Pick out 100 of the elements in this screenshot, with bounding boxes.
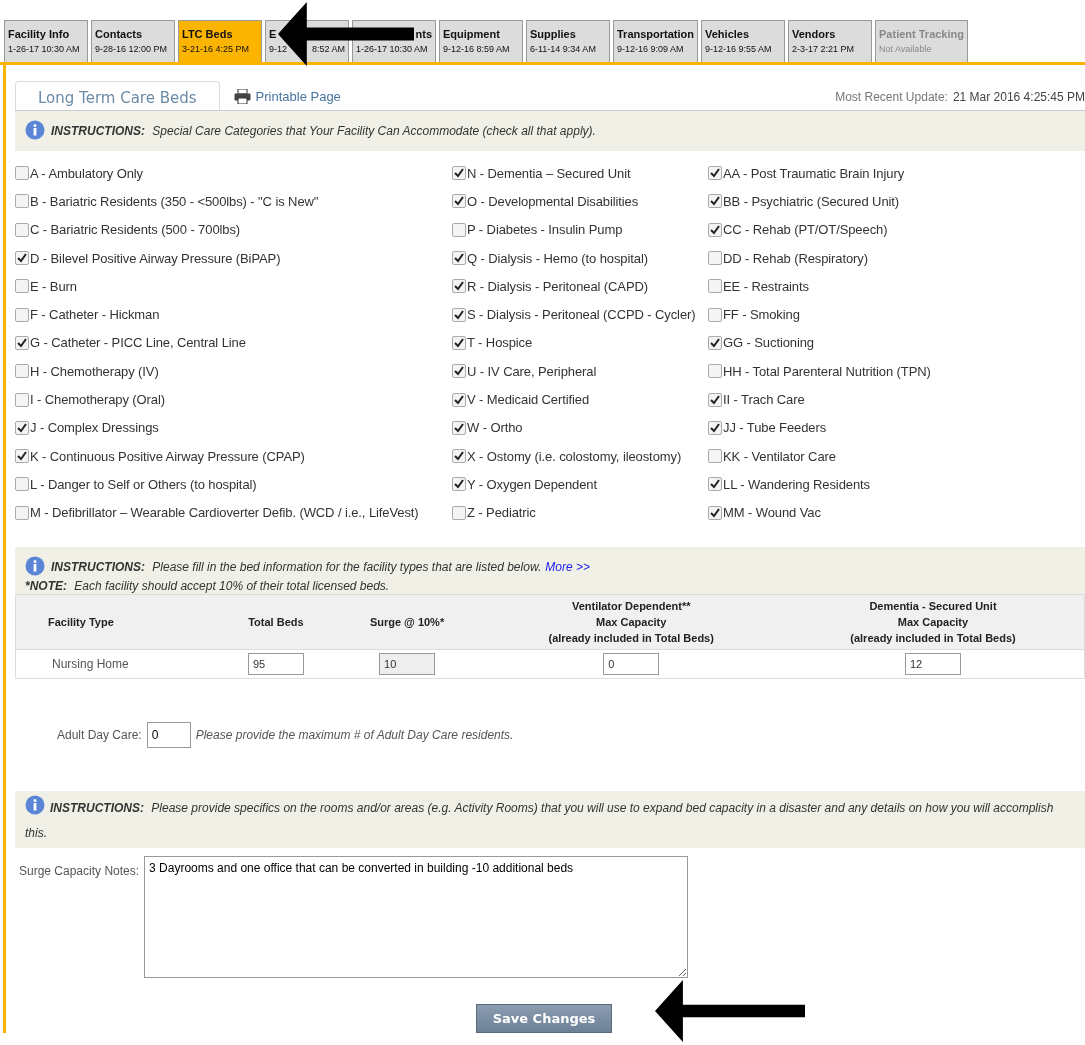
checkbox[interactable] xyxy=(15,364,29,379)
checkbox[interactable] xyxy=(15,279,29,294)
checkbox[interactable] xyxy=(15,477,29,492)
bed-count-field[interactable]: 12 xyxy=(905,652,961,675)
checkbox[interactable] xyxy=(15,307,29,322)
checkbox[interactable] xyxy=(708,420,722,435)
info-icon xyxy=(25,120,45,140)
nav-tab[interactable]: LTC Beds 3-21-16 4:25 PM xyxy=(178,20,262,62)
surge-notes-field[interactable]: 3 Dayrooms and one office that can be converted in building -10 additional beds xyxy=(144,855,689,978)
checkbox[interactable] xyxy=(452,335,466,350)
category-label: R - Dialysis - Peritoneal (CAPD) xyxy=(467,278,648,294)
section-tab[interactable]: Long Term Care Beds xyxy=(15,81,220,110)
checkbox[interactable] xyxy=(452,364,466,379)
checkbox[interactable] xyxy=(708,307,722,322)
checkbox[interactable] xyxy=(15,166,29,181)
facility-type-cell-text: Nursing Home xyxy=(51,656,129,671)
category-label: JJ - Tube Feeders xyxy=(723,420,827,436)
category-label: E - Burn xyxy=(30,278,77,294)
checkbox[interactable] xyxy=(452,505,466,520)
checkbox[interactable] xyxy=(708,222,722,237)
category-label: GG - Suctioning xyxy=(723,335,814,351)
category-label: I - Chemotherapy (Oral) xyxy=(30,392,165,407)
checkbox[interactable] xyxy=(452,449,466,464)
more-link[interactable]: More >> xyxy=(545,559,590,574)
checkbox[interactable] xyxy=(15,194,29,209)
checkbox[interactable] xyxy=(452,166,466,181)
checkbox[interactable] xyxy=(708,364,722,379)
category-label: FF - Smoking xyxy=(723,307,800,323)
instructions-text: INSTRUCTIONS: Special Care Categories that Your Facility Can Accommodate (check all that apply). xyxy=(51,123,596,140)
note-text: *NOTE: Each facility should accept 10% of their total licensed beds. xyxy=(25,577,391,594)
checkbox[interactable] xyxy=(15,505,29,520)
checkbox[interactable] xyxy=(708,449,722,464)
checkbox[interactable] xyxy=(708,279,722,294)
category-label: X - Ostomy (i.e. colostomy, ileostomy) xyxy=(467,448,682,464)
checkbox[interactable] xyxy=(452,194,466,209)
category-label: L - Danger to Self or Others (to hospital) xyxy=(30,476,257,492)
column-header: Dementia - Secured Unit Max Capacity (already included in Total Beds) xyxy=(782,594,1085,650)
nav-tab[interactable]: Facility Info 1-26-17 10:30 AM xyxy=(4,20,88,62)
column-header: Facility Type xyxy=(15,594,219,650)
category-label: KK - Ventilator Care xyxy=(723,448,836,464)
update-timestamp: 21 Mar 2016 4:25:45 PM xyxy=(952,90,1085,104)
column-header: Ventilator Dependent** Max Capacity (already included in Total Beds) xyxy=(480,594,782,650)
bed-count-field[interactable]: 95 xyxy=(247,652,304,675)
category-label: J - Complex Dressings xyxy=(30,420,159,436)
category-label: Q - Dialysis - Hemo (to hospital) xyxy=(467,250,648,266)
category-label: M - Defibrillator – Wearable Cardioverter Defib. (WCD / i.e., LifeVest) xyxy=(30,505,419,521)
category-label: G - Catheter - PICC Line, Central Line xyxy=(30,335,246,351)
arrow-icon xyxy=(655,980,805,1042)
checkbox[interactable] xyxy=(452,279,466,294)
checkbox[interactable] xyxy=(708,477,722,492)
category-label: BB - Psychiatric (Secured Unit) xyxy=(723,193,900,209)
category-label: A - Ambulatory Only xyxy=(30,165,143,181)
nav-tab[interactable]: Equipment 9-12-16 8:59 AM xyxy=(439,20,523,62)
checkbox[interactable] xyxy=(15,420,29,435)
checkbox[interactable] xyxy=(708,166,722,181)
printer-icon xyxy=(233,89,251,104)
checkbox[interactable] xyxy=(452,307,466,322)
category-label: AA - Post Traumatic Brain Injury xyxy=(723,165,905,181)
checkbox[interactable] xyxy=(452,392,466,407)
category-label: S - Dialysis - Peritoneal (CCPD - Cycler) xyxy=(467,307,696,323)
update-label: Most Recent Update: xyxy=(835,90,948,104)
nav-tab[interactable]: Supplies 6-11-14 9:34 AM xyxy=(526,20,610,62)
info-icon xyxy=(25,555,45,576)
category-label: DD - Rehab (Respiratory) xyxy=(723,250,868,266)
checkbox[interactable] xyxy=(15,392,29,407)
category-label: T - Hospice xyxy=(467,335,533,351)
checkbox[interactable] xyxy=(708,505,722,520)
column-header: Total Beds xyxy=(218,594,334,650)
checkbox[interactable] xyxy=(708,392,722,407)
category-label: P - Diabetes - Insulin Pump xyxy=(467,222,623,238)
checkbox[interactable] xyxy=(15,251,29,266)
checkbox[interactable] xyxy=(708,335,722,350)
category-label: C - Bariatric Residents (500 - 700lbs) xyxy=(30,222,241,238)
checkbox[interactable] xyxy=(452,420,466,435)
bed-count-field[interactable]: 0 xyxy=(603,652,660,675)
checkbox[interactable] xyxy=(452,477,466,492)
nav-tab[interactable]: Contacts 9-28-16 12:00 PM xyxy=(91,20,175,62)
category-label: F - Catheter - Hickman xyxy=(30,307,160,323)
adult-day-care-field[interactable]: 0 xyxy=(146,721,191,748)
info-icon xyxy=(25,794,45,815)
checkbox[interactable] xyxy=(15,222,29,237)
nav-tab[interactable]: Vendors 2-3-17 2:21 PM xyxy=(788,20,872,62)
category-label: O - Developmental Disabilities xyxy=(467,193,639,209)
checkbox[interactable] xyxy=(15,335,29,350)
checkbox[interactable] xyxy=(708,251,722,266)
category-label: MM - Wound Vac xyxy=(723,505,821,521)
checkbox[interactable] xyxy=(452,251,466,266)
checkbox[interactable] xyxy=(452,222,466,237)
instructions-text: INSTRUCTIONS: Please fill in the bed information for the facility types that are listed below. More >> xyxy=(51,558,590,576)
nav-tab[interactable]: Transportation 9-12-16 9:09 AM xyxy=(613,20,698,62)
category-label: V - Medicaid Certified xyxy=(467,392,590,407)
checkbox[interactable] xyxy=(15,449,29,464)
field-label: Adult Day Care: xyxy=(57,727,142,742)
nav-tab[interactable]: Vehicles 9-12-16 9:55 AM xyxy=(701,20,785,62)
field-hint: Please provide the maximum # of Adult Day Care residents. xyxy=(195,727,514,742)
category-label: II - Trach Care xyxy=(723,392,805,407)
checkbox[interactable] xyxy=(708,194,722,209)
printable-page-link[interactable]: Printable Page xyxy=(233,89,341,104)
category-label: K - Continuous Positive Airway Pressure (CPAP) xyxy=(30,448,305,464)
category-label: Z - Pediatric xyxy=(467,505,536,521)
